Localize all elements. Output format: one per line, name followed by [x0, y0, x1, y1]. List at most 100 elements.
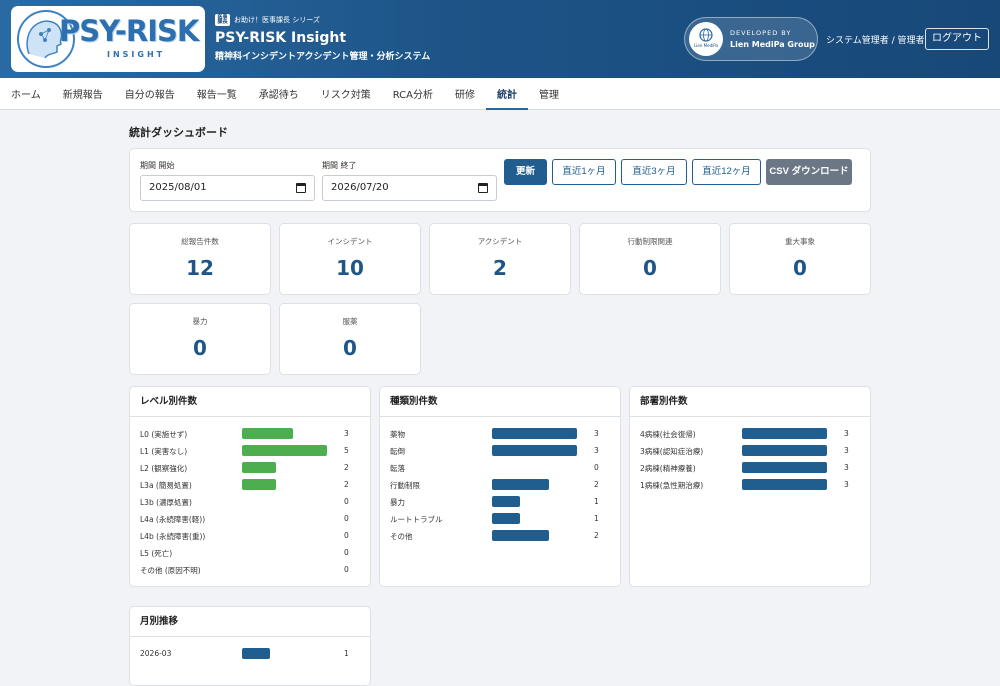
bar-track: [242, 496, 327, 507]
bar-track: [242, 462, 327, 473]
bar-count: 2: [344, 480, 349, 489]
bar-row: L5 (死亡) 0: [140, 547, 360, 559]
bar-fill: [242, 428, 293, 439]
developer-logo-text: Lien MediPa: [694, 43, 718, 48]
bar-fill: [492, 496, 521, 507]
start-date-label: 期間 開始: [140, 161, 175, 170]
main-nav: ホーム 新規報告 自分の報告 報告一覧 承認待ち リスク対策 RCA分析 研修 統計 管理: [0, 78, 1000, 110]
logo-wordmark: PSY-RISK: [59, 14, 199, 48]
bar-fill: [742, 479, 827, 490]
last-1-month-button[interactable]: 直近1ヶ月: [552, 159, 616, 185]
bar-track: [492, 530, 577, 541]
stat-label: 総報告件数: [181, 237, 219, 246]
bar-row: 2病棟(精神療養) 3: [640, 462, 860, 474]
developer-name: Lien MediPa Group: [730, 40, 815, 49]
end-date-label: 期間 終了: [322, 161, 357, 170]
bar-label: 転落: [390, 464, 405, 473]
bar-track: [492, 513, 577, 524]
nav-item[interactable]: 報告一覧: [186, 78, 248, 109]
nav-item[interactable]: 研修: [444, 78, 486, 109]
nav-item[interactable]: 自分の報告: [114, 78, 186, 109]
period-filter-card: 期間 開始 2025/08/01 期間 終了 2026/07/20 更新 直近1…: [129, 148, 871, 212]
nav-item[interactable]: リスク対策: [310, 78, 382, 109]
bar-label: L2 (観察強化): [140, 464, 188, 473]
end-date-input[interactable]: 2026/07/20: [322, 175, 497, 201]
bar-row: 転落 0: [390, 462, 610, 474]
bar-fill: [242, 479, 276, 490]
series-tagline: 医事課長 お助け！医事課長 シリーズ: [215, 14, 320, 26]
bar-count: 3: [344, 429, 349, 438]
bar-count: 0: [344, 497, 349, 506]
stat-value: 0: [793, 256, 807, 280]
csv-download-button[interactable]: CSV ダウンロード: [766, 159, 852, 185]
bar-count: 3: [844, 446, 849, 455]
bar-fill: [492, 445, 577, 456]
globe-icon: [699, 28, 713, 42]
nav-item[interactable]: 新規報告: [52, 78, 114, 109]
panel-title: レベル別件数: [130, 387, 370, 417]
bar-label: 薬物: [390, 430, 405, 439]
stat-card-incident: インシデント 10: [279, 223, 421, 295]
bar-row: 2026-03 1: [140, 648, 360, 660]
series-text: お助け！医事課長 シリーズ: [234, 16, 320, 24]
bar-row: L3a (簡易処置) 2: [140, 479, 360, 491]
nav-item[interactable]: 管理: [528, 78, 570, 109]
nav-item[interactable]: 統計: [485, 78, 528, 110]
bar-label: L5 (死亡): [140, 549, 173, 558]
bar-label: L4b (永続障害(重)): [140, 532, 206, 541]
stat-card-accident: アクシデント 2: [429, 223, 571, 295]
refresh-button[interactable]: 更新: [504, 159, 547, 185]
user-role-label: システム管理者 / 管理者: [826, 36, 925, 46]
last-12-months-button[interactable]: 直近12ヶ月: [692, 159, 761, 185]
bar-fill: [742, 428, 827, 439]
bar-track: [492, 479, 577, 490]
bar-label: 暴力: [390, 498, 405, 507]
bar-track: [242, 479, 327, 490]
bar-label: L3a (簡易処置): [140, 481, 192, 490]
bar-count: 3: [594, 446, 599, 455]
bar-track: [742, 462, 827, 473]
bar-fill: [242, 445, 327, 456]
calendar-icon[interactable]: [296, 183, 306, 193]
bar-fill: [742, 462, 827, 473]
stat-value: 10: [336, 256, 364, 280]
panel-title: 部署別件数: [630, 387, 870, 417]
bar-fill: [492, 428, 577, 439]
bar-row: L3b (濃厚処置) 0: [140, 496, 360, 508]
bar-row: 1病棟(急性期治療) 3: [640, 479, 860, 491]
bar-count: 0: [344, 514, 349, 523]
bar-count: 5: [344, 446, 349, 455]
panel-title: 月別推移: [130, 607, 370, 637]
bar-track: [242, 648, 327, 659]
bar-count: 2: [594, 480, 599, 489]
nav-item[interactable]: ホーム: [0, 78, 52, 109]
bar-track: [492, 462, 577, 473]
bar-count: 3: [594, 429, 599, 438]
logout-button[interactable]: ログアウト: [925, 28, 989, 50]
nav-item[interactable]: RCA分析: [382, 78, 444, 109]
bar-row: その他 (原因不明) 0: [140, 564, 360, 576]
bar-track: [242, 428, 327, 439]
bar-track: [242, 547, 327, 558]
stat-value: 2: [493, 256, 507, 280]
last-3-months-button[interactable]: 直近3ヶ月: [621, 159, 687, 185]
calendar-icon[interactable]: [478, 183, 488, 193]
bar-fill: [742, 445, 827, 456]
stat-label: アクシデント: [477, 237, 523, 246]
bar-track: [242, 564, 327, 575]
end-date-value: 2026/07/20: [331, 182, 389, 193]
bar-count: 3: [844, 480, 849, 489]
bar-fill: [242, 648, 271, 659]
bar-row: 転倒 3: [390, 445, 610, 457]
bar-track: [742, 445, 827, 456]
bar-row: 暴力 1: [390, 496, 610, 508]
app-logo[interactable]: PSY-RISK INSIGHT: [11, 6, 205, 72]
bar-label: 行動制限: [390, 481, 420, 490]
nav-item[interactable]: 承認待ち: [248, 78, 310, 109]
stat-card-medication: 服薬 0: [279, 303, 421, 375]
developer-badge[interactable]: Lien MediPa DEVELOPED BY Lien MediPa Gro…: [684, 17, 818, 61]
start-date-input[interactable]: 2025/08/01: [140, 175, 315, 201]
bar-label: L4a (永続障害(軽)): [140, 515, 206, 524]
bar-row: L4b (永続障害(重)) 0: [140, 530, 360, 542]
bar-label: L0 (実施せず): [140, 430, 188, 439]
